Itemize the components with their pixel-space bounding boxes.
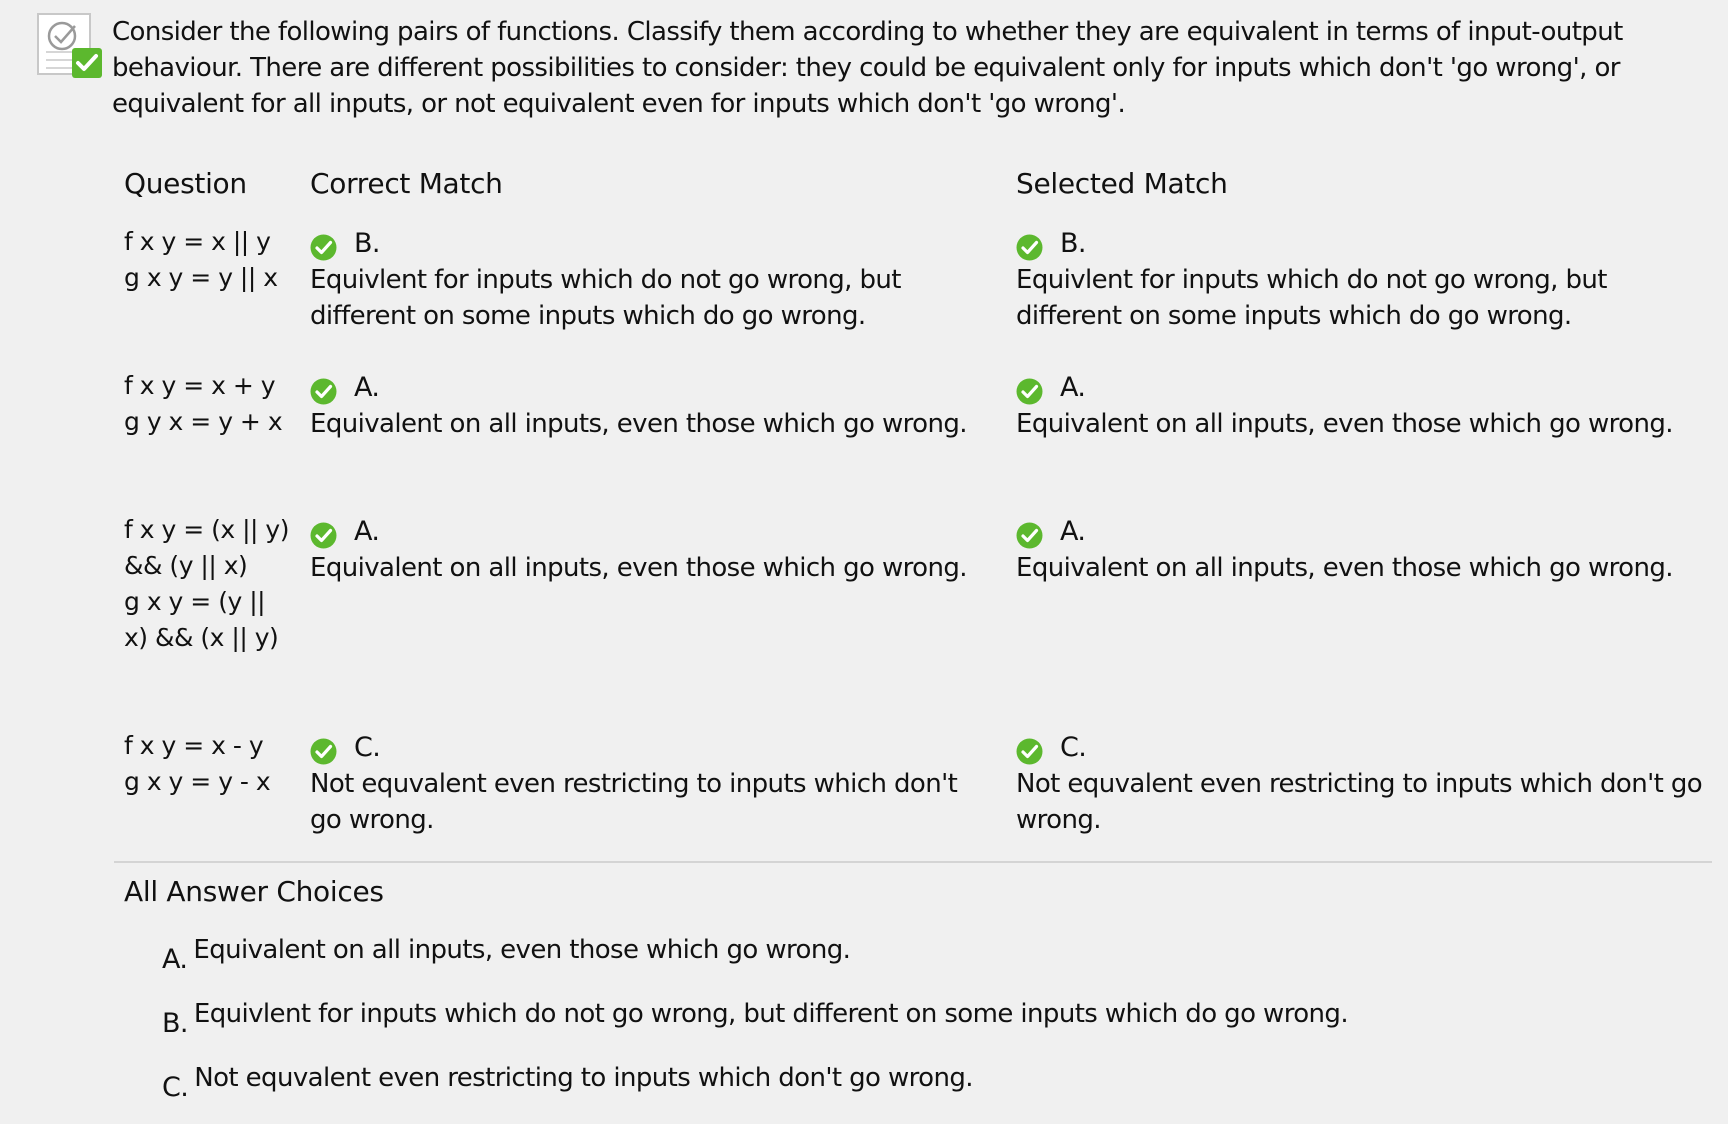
selected-match: B. Equivlent for inputs which do not go … bbox=[1016, 226, 1696, 334]
question-line: g x y = y || x bbox=[124, 263, 278, 292]
match-letter: A. bbox=[1060, 372, 1086, 403]
selected-match: C. Not equvalent even restricting to inp… bbox=[1016, 730, 1706, 838]
choice-letter: A. bbox=[162, 944, 188, 975]
answer-choice: B. Equivlent for inputs which do not go … bbox=[162, 996, 1349, 1042]
match-letter: A. bbox=[1060, 516, 1086, 547]
question-text: f x y = x || y g x y = y || x bbox=[124, 224, 300, 296]
answer-choice: A. Equivalent on all inputs, even those … bbox=[162, 932, 851, 978]
match-letter: C. bbox=[1060, 732, 1087, 763]
correct-match: B. Equivlent for inputs which do not go … bbox=[310, 226, 990, 334]
divider bbox=[114, 861, 1712, 863]
correct-check-icon bbox=[1016, 738, 1043, 764]
match-letter: C. bbox=[354, 732, 381, 763]
correct-check-icon bbox=[310, 234, 337, 260]
all-answer-choices-title: All Answer Choices bbox=[124, 875, 384, 908]
question-line: g x y = (y || bbox=[124, 587, 266, 616]
selected-match: A. Equivalent on all inputs, even those … bbox=[1016, 370, 1706, 442]
correct-check-icon bbox=[310, 738, 337, 764]
match-text: Equivalent on all inputs, even those whi… bbox=[310, 409, 967, 439]
column-header-correct-match: Correct Match bbox=[310, 167, 503, 200]
graded-correct-icon bbox=[37, 13, 102, 78]
correct-check-icon bbox=[310, 378, 337, 404]
choice-text: Not equvalent even restricting to inputs… bbox=[194, 1063, 973, 1093]
question-prompt: Consider the following pairs of function… bbox=[112, 17, 1623, 119]
correct-check-icon bbox=[1016, 234, 1043, 260]
column-header-question: Question bbox=[124, 167, 247, 200]
question-text: f x y = x + y g y x = y + x bbox=[124, 368, 300, 440]
match-text: Equivlent for inputs which do not go wro… bbox=[310, 265, 901, 331]
choice-letter: B. bbox=[162, 1008, 189, 1039]
choice-letter: C. bbox=[162, 1072, 189, 1103]
column-header-selected-match: Selected Match bbox=[1016, 167, 1228, 200]
correct-check-icon bbox=[1016, 378, 1043, 404]
question-line: f x y = x - y bbox=[124, 731, 264, 760]
choice-text: Equivalent on all inputs, even those whi… bbox=[193, 935, 851, 965]
match-letter: B. bbox=[354, 228, 381, 259]
selected-match: A. Equivalent on all inputs, even those … bbox=[1016, 514, 1706, 586]
correct-match: C. Not equvalent even restricting to inp… bbox=[310, 730, 990, 838]
question-line: g x y = y - x bbox=[124, 767, 271, 796]
correct-check-icon bbox=[1016, 522, 1043, 548]
choice-text: Equivlent for inputs which do not go wro… bbox=[193, 999, 1349, 1029]
match-text: Not equvalent even restricting to inputs… bbox=[1016, 769, 1703, 835]
question-line: f x y = x || y bbox=[124, 227, 271, 256]
correct-match: A. Equivalent on all inputs, even those … bbox=[310, 370, 990, 442]
correct-match: A. Equivalent on all inputs, even those … bbox=[310, 514, 990, 586]
correct-check-icon bbox=[310, 522, 337, 548]
match-text: Equivalent on all inputs, even those whi… bbox=[1016, 553, 1673, 583]
match-text: Equivalent on all inputs, even those whi… bbox=[1016, 409, 1673, 439]
question-line: f x y = (x || y) bbox=[124, 515, 289, 544]
match-text: Equivlent for inputs which do not go wro… bbox=[1016, 265, 1607, 331]
match-letter: B. bbox=[1060, 228, 1087, 259]
answer-choice: C. Not equvalent even restricting to inp… bbox=[162, 1060, 974, 1106]
question-line: && (y || x) bbox=[124, 551, 248, 580]
question-line: f x y = x + y bbox=[124, 371, 276, 400]
match-letter: A. bbox=[354, 516, 380, 547]
question-text: f x y = x - y g x y = y - x bbox=[124, 728, 300, 800]
match-text: Not equvalent even restricting to inputs… bbox=[310, 769, 958, 835]
match-letter: A. bbox=[354, 372, 380, 403]
question-line: x) && (x || y) bbox=[124, 623, 279, 652]
question-line: g y x = y + x bbox=[124, 407, 283, 436]
question-text: f x y = (x || y) && (y || x) g x y = (y … bbox=[124, 512, 300, 656]
match-text: Equivalent on all inputs, even those whi… bbox=[310, 553, 967, 583]
